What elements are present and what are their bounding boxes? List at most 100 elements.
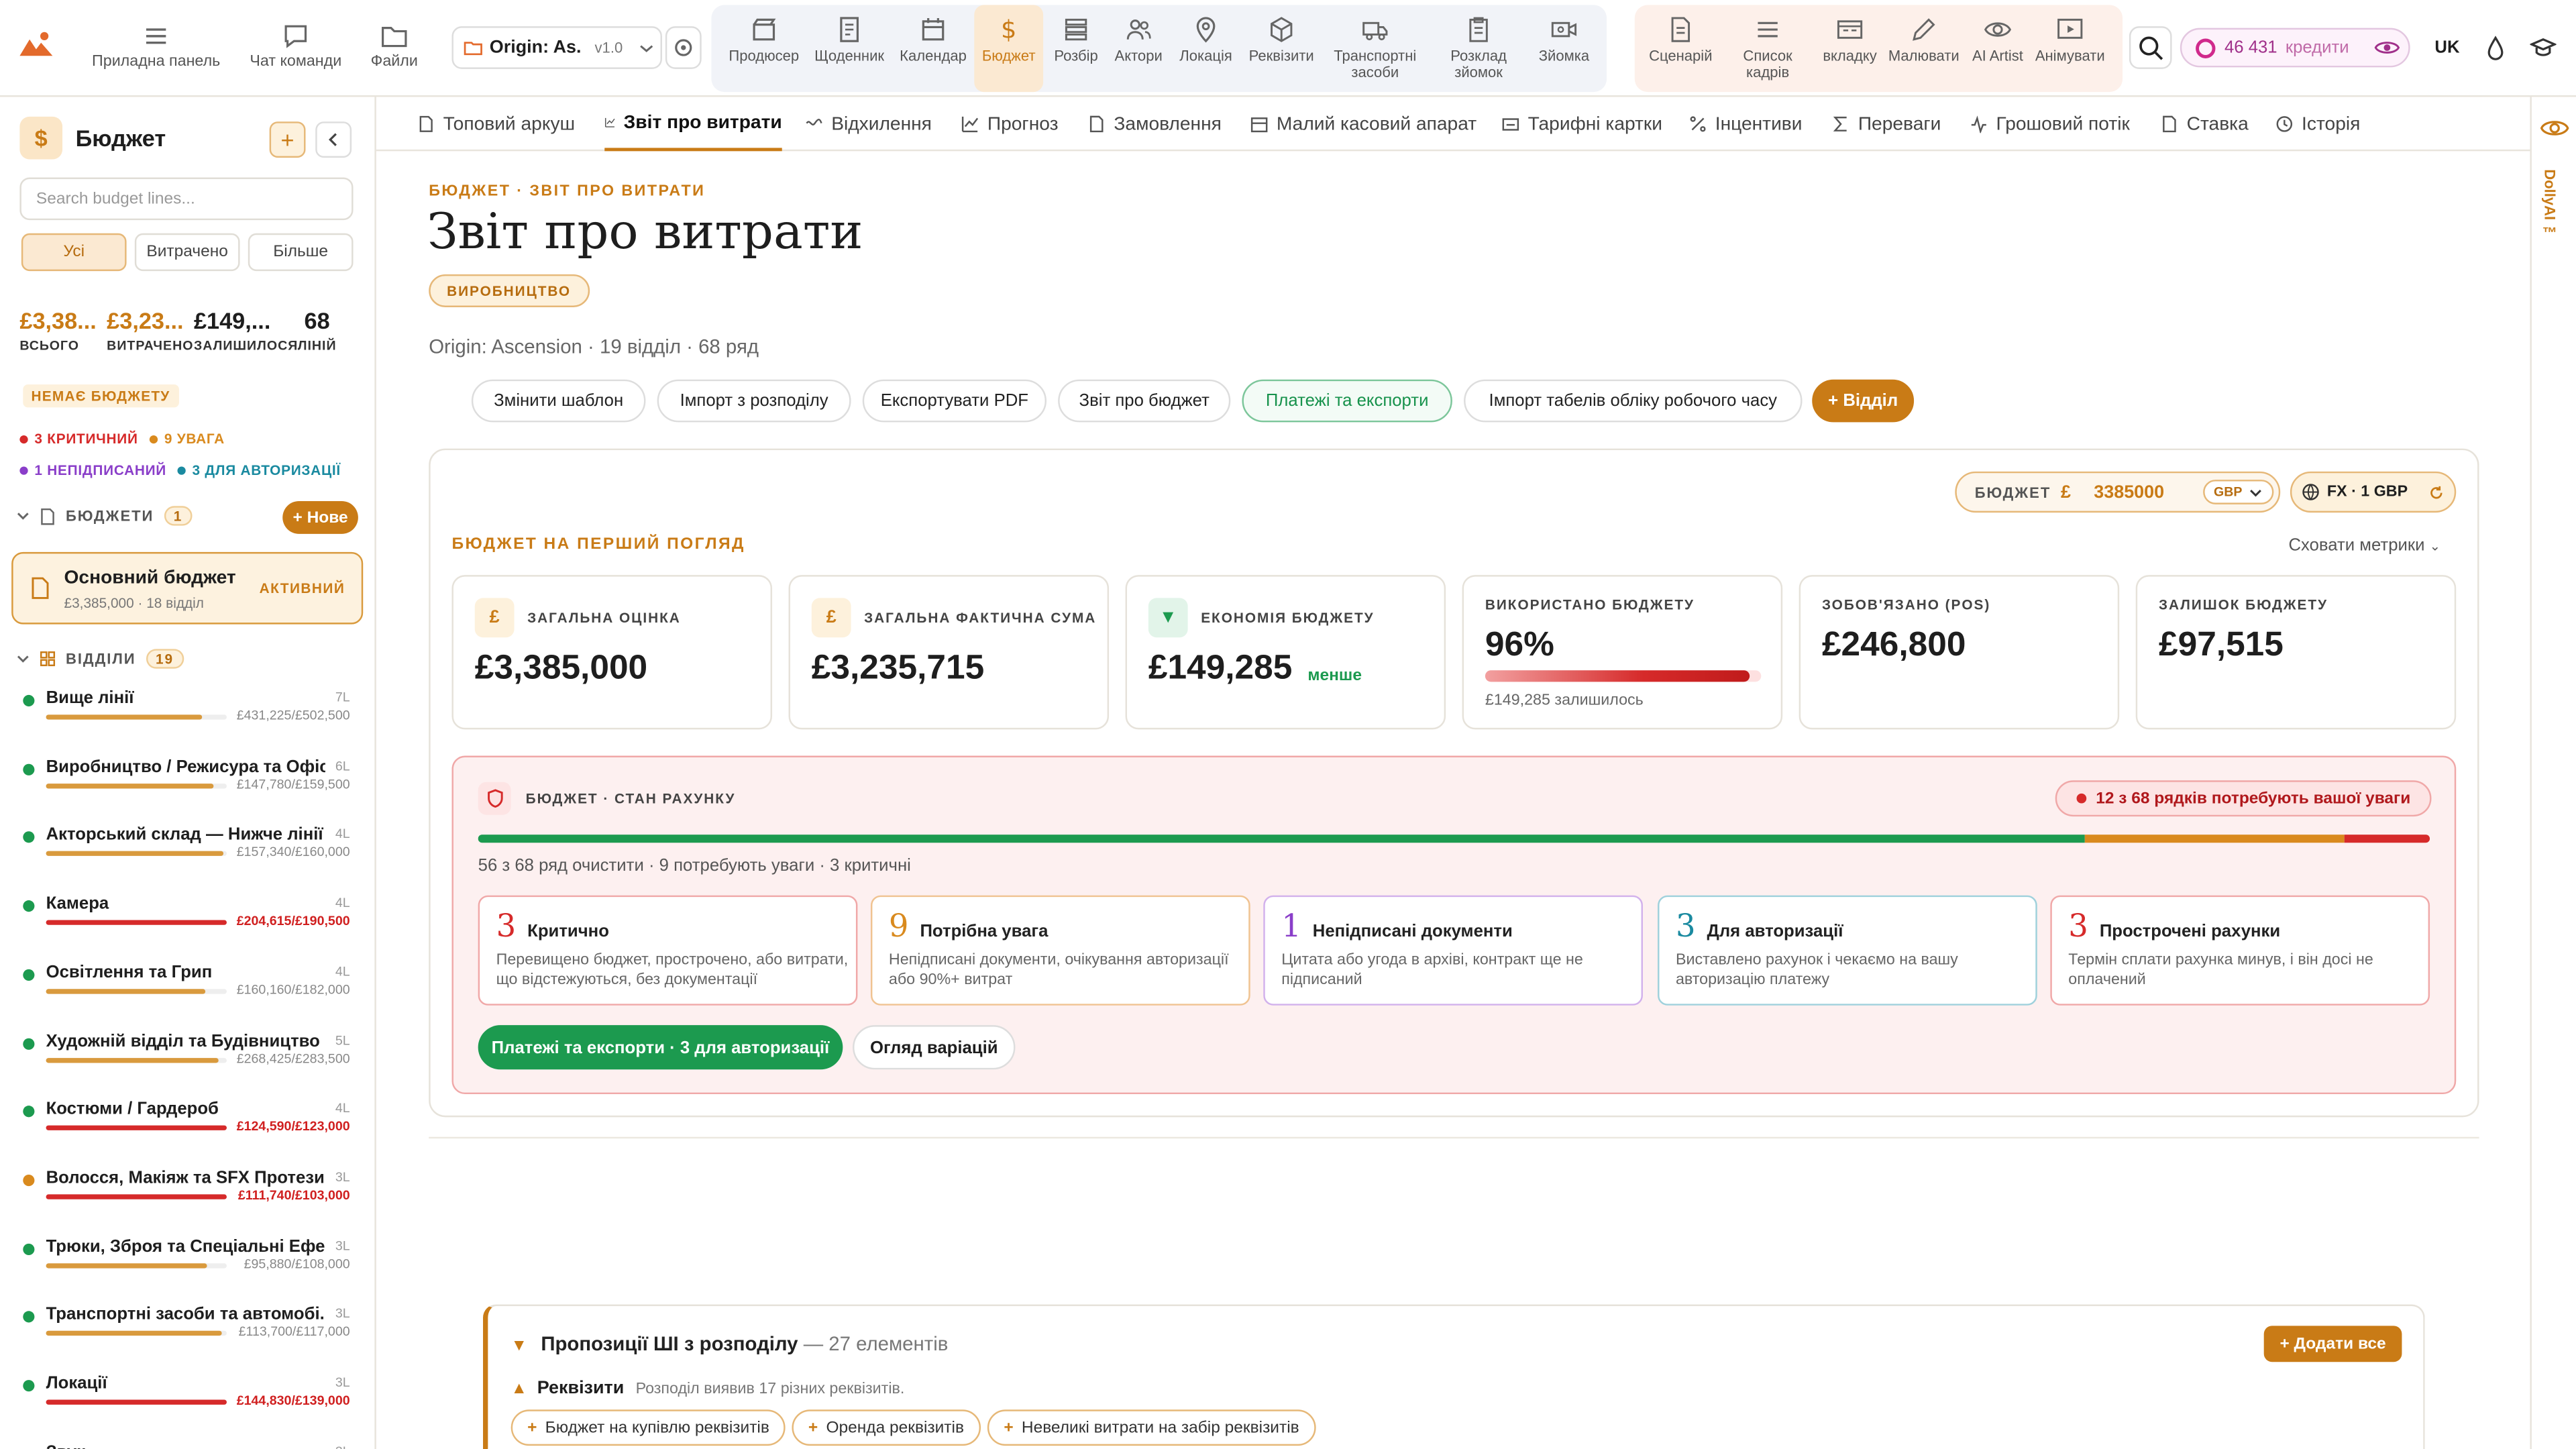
flag-critical[interactable]: 3 КРИТИЧНИЙ xyxy=(19,431,138,447)
tool-budget[interactable]: $ Бюджет xyxy=(974,5,1044,93)
issue-to-authorize[interactable]: 3 Для авторизації Виставлено рахунок і чек… xyxy=(1658,895,2037,1006)
budget-amount-field[interactable]: БЮДЖЕТ £ 3385000 GBP xyxy=(1955,471,2281,513)
tool-tab[interactable]: вкладку xyxy=(1815,5,1884,92)
payments-authorize-button[interactable]: Платежі та експорти · 3 для авторизації xyxy=(478,1025,843,1070)
department-item[interactable]: Локації 3L £144,830/£139,000 xyxy=(0,1372,374,1439)
tab-incentives[interactable]: Інцентиви xyxy=(1689,97,1814,151)
dolly-ai-rail[interactable]: DollyAI ™ xyxy=(2530,97,2576,1449)
tab-forecast[interactable]: Прогноз xyxy=(961,97,1065,151)
departments-section-header[interactable]: ВІДДІЛИ 19 xyxy=(16,649,184,669)
department-item[interactable]: Акторський склад — Нижче лінії 4L £157,340… xyxy=(0,824,374,891)
chevron-down-icon xyxy=(2249,488,2261,496)
tab-petty-cash[interactable]: Малий касовий апарат xyxy=(1250,97,1481,151)
issue-overdue[interactable]: 3 Прострочені рахунки Термін сплати рахунк… xyxy=(2050,895,2430,1006)
issue-unsigned[interactable]: 1 Непідписані документи Цитата або угода в… xyxy=(1263,895,1643,1006)
hide-metrics-toggle[interactable]: Сховати метрики ⌄ xyxy=(2288,535,2440,555)
department-item[interactable]: Трюки, Зброя та Спеціальні Ефе... 3L £95,8… xyxy=(0,1235,374,1302)
budget-value-input[interactable]: 3385000 xyxy=(2094,482,2192,502)
suggestion-chip[interactable]: + Невеликі витрати на забір реквізитів xyxy=(987,1409,1316,1446)
tab-rate-cards[interactable]: Тарифні картки xyxy=(1501,97,1666,151)
new-budget-button[interactable]: + Нове xyxy=(282,500,358,534)
search-button[interactable] xyxy=(2129,26,2172,69)
ai-suggestions-toggle[interactable]: ▼ Пропозиції ШІ з розподілу — 27 елемент… xyxy=(511,1332,949,1355)
tab-purchase-orders[interactable]: Замовлення xyxy=(1087,97,1227,151)
nav-files[interactable]: Файли xyxy=(365,10,424,71)
department-item[interactable]: Транспортні засоби та автомобі... 3L £113,… xyxy=(0,1303,374,1371)
clip-icon xyxy=(1469,17,1488,42)
tool-vehicles[interactable]: Транспортні засоби xyxy=(1324,5,1426,92)
search-budget-input[interactable]: Search budget lines... xyxy=(19,177,354,221)
change-template-button[interactable]: Змінити шаблон xyxy=(471,379,646,423)
language-switch[interactable]: UK xyxy=(2434,38,2459,57)
filter-all[interactable]: Усі xyxy=(21,233,127,272)
import-breakdown-button[interactable]: Імпорт з розподілу xyxy=(657,379,851,423)
flag-unsigned[interactable]: 1 НЕПІДПИСАНИЙ xyxy=(19,462,166,478)
currency-select[interactable]: GBP xyxy=(2202,480,2274,504)
tab-rate[interactable]: Ставка xyxy=(2160,97,2255,151)
issue-critical[interactable]: 3 Критично Перевищено бюджет, прострочено,… xyxy=(478,895,858,1006)
tab-top-sheet[interactable]: Топовий аркуш xyxy=(417,97,575,151)
tool-location[interactable]: Локація xyxy=(1175,5,1237,92)
tab-cost-report[interactable]: Звіт про витрати xyxy=(604,97,782,152)
department-item[interactable]: Вище лінії 7L £431,225/£502,500 xyxy=(0,687,374,754)
nav-team-chat[interactable]: Чат команди xyxy=(246,10,345,71)
import-timesheets-button[interactable]: Імпорт табелів обліку робочого часу xyxy=(1464,379,1803,423)
add-budget-line-button[interactable]: + xyxy=(269,121,306,158)
filter-over[interactable]: Більше xyxy=(248,233,354,272)
tool-producer[interactable]: Продюсер xyxy=(728,5,800,92)
payments-exports-button[interactable]: Платежі та експорти xyxy=(1242,379,1452,423)
department-item[interactable]: Освітлення та Грип 4L £160,160/£182,000 xyxy=(0,961,374,1028)
menu-icon xyxy=(146,28,166,44)
flag-attention[interactable]: 9 УВАГА xyxy=(149,431,225,447)
tool-script[interactable]: Сценарій xyxy=(1644,5,1717,92)
tool-draw[interactable]: Малювати xyxy=(1888,5,1960,92)
credits-badge[interactable]: 46 431 кредити xyxy=(2180,28,2410,68)
suggestion-chip[interactable]: + Оренда реквізитів xyxy=(792,1409,981,1446)
globe-icon xyxy=(2303,484,2320,500)
nav-dashboard[interactable]: Приладна панель xyxy=(91,10,222,71)
department-item[interactable]: Звук3L xyxy=(0,1440,374,1449)
logo-icon[interactable] xyxy=(16,28,56,61)
department-item[interactable]: Камера 4L £204,615/£190,500 xyxy=(0,892,374,959)
issue-attention[interactable]: 9 Потрібна увага Непідписані документи, оч… xyxy=(870,895,1250,1006)
department-progress-bar xyxy=(46,988,227,994)
collapse-sidebar-button[interactable] xyxy=(315,121,352,158)
budgets-section-header[interactable]: БЮДЖЕТИ 1 xyxy=(16,506,193,526)
tab-cash-flow[interactable]: Грошовий потік xyxy=(1970,97,2141,151)
drop-icon[interactable] xyxy=(2484,34,2507,60)
tab-fringes[interactable]: Переваги xyxy=(1832,97,1952,151)
filter-spent[interactable]: Витрачено xyxy=(134,233,240,272)
tool-schedule[interactable]: Розклад зйомок xyxy=(1433,5,1525,92)
graduation-cap-icon[interactable] xyxy=(2530,34,2557,60)
variance-review-button[interactable]: Огляд варіацій xyxy=(853,1025,1016,1070)
dollar-icon: $ xyxy=(1001,15,1016,44)
project-selector[interactable]: Origin: As... v1.0 xyxy=(451,26,662,69)
tab-history[interactable]: Історія xyxy=(2275,97,2367,151)
tool-props[interactable]: Реквізити xyxy=(1245,5,1318,92)
add-department-button[interactable]: + Відділ xyxy=(1812,379,1915,423)
department-item[interactable]: Виробництво / Режисура та Офіс 6L £147,780… xyxy=(0,755,374,822)
department-item[interactable]: Художній відділ та Будівництво 5L £268,425… xyxy=(0,1029,374,1096)
tool-shot-list[interactable]: Список кадрів xyxy=(1728,5,1807,92)
video-icon xyxy=(1551,21,1577,38)
fx-rate-button[interactable]: FX · 1 GBP xyxy=(2290,471,2457,513)
department-item[interactable]: Костюми / Гардероб 4L £124,590/£123,000 xyxy=(0,1097,374,1165)
department-item[interactable]: Волосся, Макіяж та SFX Протези 3L £111,740… xyxy=(0,1167,374,1234)
project-settings-button[interactable] xyxy=(665,26,702,69)
export-pdf-button[interactable]: Експортувати PDF xyxy=(862,379,1047,423)
tool-animate[interactable]: Анімувати xyxy=(2031,5,2110,92)
add-all-button[interactable]: + Додати все xyxy=(2263,1326,2402,1362)
tool-ai-artist[interactable]: AI Artist xyxy=(1972,5,2024,92)
suggestion-chip[interactable]: + Бюджет на купівлю реквізитів xyxy=(511,1409,786,1446)
tool-calendar[interactable]: Календар xyxy=(897,5,969,92)
tool-cast[interactable]: Актори xyxy=(1111,5,1167,92)
main-budget-card[interactable]: Основний бюджет £3,385,000 · 18 відділ А… xyxy=(11,551,364,625)
tab-variance[interactable]: Відхилення xyxy=(805,97,936,151)
attention-chip[interactable]: 12 з 68 рядків потребують вашої уваги xyxy=(2055,780,2432,817)
tool-diary[interactable]: Щоденник xyxy=(812,5,888,92)
flag-to-authorize[interactable]: 3 ДЛЯ АВТОРИЗАЦІЇ xyxy=(177,462,340,478)
top-bar: Приладна панель Чат команди Файли Origin… xyxy=(0,0,2576,97)
tool-shoot[interactable]: Зйомка xyxy=(1533,5,1595,92)
tool-breakdown[interactable]: Розбір xyxy=(1048,5,1104,92)
budget-report-button[interactable]: Звіт про бюджет xyxy=(1058,379,1231,423)
